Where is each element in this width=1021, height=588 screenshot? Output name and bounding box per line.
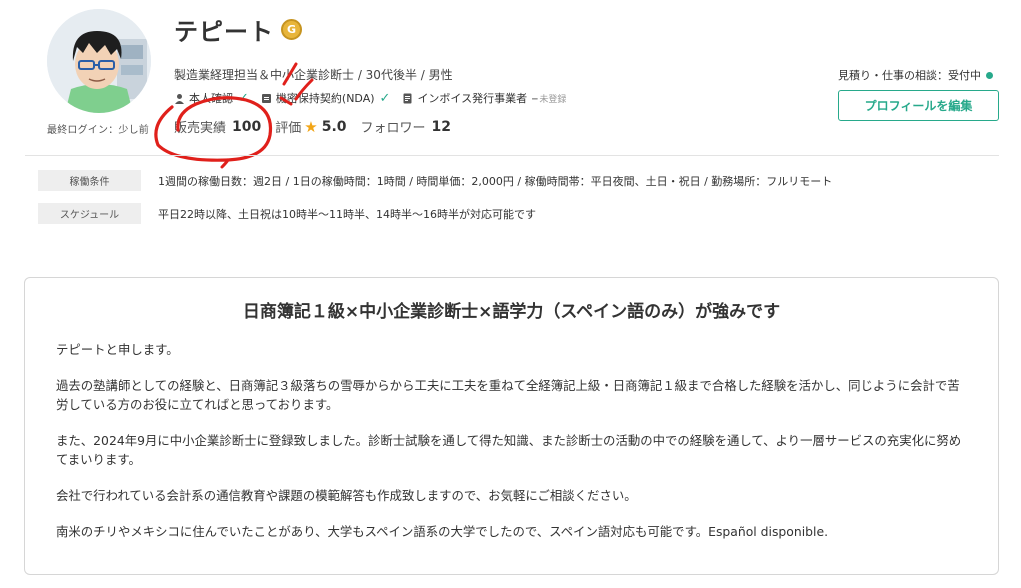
intro-card: 日商簿記１級×中小企業診断士×語学力（スペイン語のみ）が強みです テピートと申し…: [24, 277, 999, 575]
check-icon: ✓: [379, 90, 391, 106]
intro-paragraph: 南米のチリやメキシコに住んでいたことがあり、大学もスペイン語系の大学でしたので、…: [56, 524, 829, 539]
intro-paragraph: また、2024年9月に中小企業診断士に登録致しました。診断士試験を通して得た知識…: [56, 433, 962, 467]
rank-badge-icon[interactable]: G: [281, 19, 302, 40]
work-conditions-text: 1週間の稼働日数：週2日 / 1日の稼働時間：1時間 / 時間単価：2,000円…: [158, 174, 833, 188]
name-row: テピート G: [174, 12, 302, 47]
verification-invoice[interactable]: インボイス発行事業者 ━ 未登録: [402, 90, 566, 106]
work-conditions-row: 稼働条件 1週間の稼働日数：週2日 / 1日の稼働時間：1時間 / 時間単価：2…: [38, 170, 832, 191]
rating-label: 評価: [275, 121, 302, 136]
rating-value[interactable]: 5.0: [322, 119, 347, 135]
consult-status: 見積り・仕事の相談：受付中: [838, 67, 993, 83]
sales-value: 100: [232, 118, 262, 135]
check-icon: ✓: [238, 90, 249, 106]
followers-label: フォロワー: [360, 121, 426, 136]
last-login: 最終ログイン：少し前: [47, 125, 149, 136]
avatar[interactable]: [47, 9, 151, 113]
verification-nda[interactable]: 機密保持契約(NDA) ✓: [261, 90, 391, 106]
stats-row: 販売実績 100 評価 ★ 5.0 フォロワー 12: [174, 117, 465, 137]
job-title: 製造業経理担当＆中小企業診断士 / 30代後半 / 男性: [174, 68, 453, 82]
verification-identity[interactable]: 本人確認 ✓: [174, 90, 249, 106]
work-conditions-label: 稼働条件: [38, 170, 141, 191]
edit-profile-button[interactable]: プロフィールを編集: [838, 90, 999, 121]
verification-label: 本人確認: [189, 92, 233, 105]
schedule-row: スケジュール 平日22時以降、土日祝は10時半～11時半、14時半～16時半が対…: [38, 203, 536, 224]
intro-paragraph: 会社で行われている会計系の通信教育や課題の模範解答も作成致しますので、お気軽にご…: [56, 488, 637, 503]
divider: [25, 155, 999, 156]
profile-name: テピート: [174, 18, 274, 46]
person-icon: [175, 93, 184, 104]
invoice-icon: [403, 93, 412, 103]
document-icon: [261, 93, 271, 103]
profile-page: 最終ログイン：少し前 テピート G 製造業経理担当＆中小企業診断士 / 30代後…: [0, 0, 1021, 588]
verification-label: 機密保持契約(NDA): [275, 92, 375, 105]
verification-list: 本人確認 ✓ 機密保持契約(NDA) ✓ インボイス発行事業者 ━ 未登録: [174, 90, 578, 106]
intro-paragraph: 過去の塾講師としての経験と、日商簿記３級落ちの雪辱からから工夫に工夫を重ねて全経…: [56, 378, 960, 412]
star-icon: ★: [304, 117, 318, 136]
intro-body: テピートと申します。 過去の塾講師としての経験と、日商簿記３級落ちの雪辱からから…: [56, 340, 971, 558]
sales-label: 販売実績: [174, 121, 227, 136]
consult-status-text: 見積り・仕事の相談：受付中: [838, 69, 981, 82]
schedule-text: 平日22時以降、土日祝は10時半～11時半、14時半～16時半が対応可能です: [158, 207, 536, 221]
schedule-label: スケジュール: [38, 203, 141, 224]
intro-title: 日商簿記１級×中小企業診断士×語学力（スペイン語のみ）が強みです: [242, 302, 781, 322]
intro-paragraph: テピートと申します。: [56, 342, 179, 357]
followers-value[interactable]: 12: [432, 119, 451, 135]
status-dot-icon: [986, 71, 993, 79]
verification-label: インボイス発行事業者: [417, 92, 528, 105]
unregistered-status: ━ 未登録: [532, 94, 567, 105]
